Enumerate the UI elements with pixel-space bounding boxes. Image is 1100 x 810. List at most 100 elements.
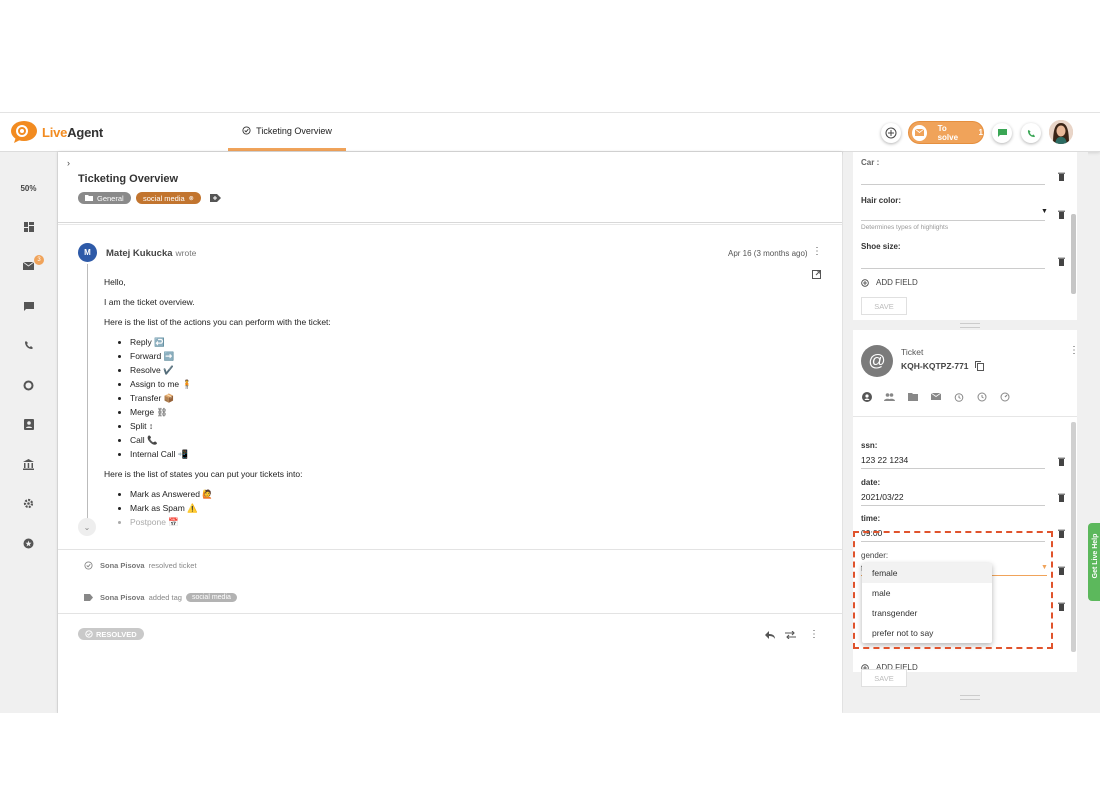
tickets-badge: 3 [34,255,44,265]
chat-icon [997,129,1007,137]
actions-intro: Here is the list of the actions you can … [104,317,331,327]
ssn-value[interactable]: 123 22 1234 [861,455,908,465]
message-body: Hello, I am the ticket overview. Here is… [104,276,764,536]
alarm-icon[interactable] [953,391,964,402]
ticket-save-button[interactable]: SAVE [861,669,907,687]
resize-handle[interactable] [960,323,980,328]
ticket-label: Ticket [901,347,924,357]
add-field-button[interactable]: ADD FIELD [861,278,918,287]
divider [853,416,1077,417]
people-icon[interactable] [884,391,895,402]
department-tag[interactable]: General [78,192,131,204]
plus-circle-icon [885,127,897,139]
sidebar-item-calls[interactable] [0,335,57,355]
add-tag-icon[interactable] [210,194,221,204]
ssn-label: ssn: [861,441,878,450]
scrollbar[interactable] [1071,214,1076,294]
transfer-icon[interactable] [785,630,796,641]
folder-icon[interactable] [907,391,918,402]
date-value[interactable]: 2021/03/22 [861,492,904,502]
field-underline [861,468,1045,469]
list-item: Transfer 📦 [130,392,764,405]
contact-info-icon[interactable] [861,391,872,402]
copy-icon[interactable] [975,361,984,373]
message-menu-icon[interactable]: ⋮ [812,247,822,257]
resize-handle[interactable] [960,695,980,700]
zoom-level[interactable]: 50% [0,178,57,198]
user-avatar[interactable] [1049,120,1073,144]
sidebar-item-plugins[interactable] [0,533,57,553]
event-tag: social media [185,593,237,602]
speed-icon[interactable] [999,391,1010,402]
contact-fields-card: Car : Hair color: ▼ Determines types of … [853,152,1077,320]
get-live-help-button[interactable]: Get Live Help [1088,523,1100,601]
message-intro: I am the ticket overview. [104,297,195,307]
tab-ticketing-overview[interactable]: Ticketing Overview [228,113,346,151]
sidebar-item-contacts[interactable] [0,414,57,434]
list-item: Forward ➡️ [130,350,764,363]
trash-icon[interactable] [1058,257,1065,268]
tag-remove-icon[interactable]: ⊗ [189,195,194,202]
trash-icon[interactable] [1058,566,1065,577]
more-actions-icon[interactable]: ⋮ [809,630,819,640]
scrollbar[interactable] [1071,422,1076,652]
open-external-icon[interactable] [812,270,821,281]
caret-down-icon[interactable]: ▼ [1041,208,1048,215]
top-header: LiveAgent Ticketing Overview To solve 1 [0,113,1100,152]
to-solve-count: 1 [978,128,983,137]
trash-icon[interactable] [1058,602,1065,613]
hair-color-select[interactable] [861,220,1045,221]
trash-icon[interactable] [1058,529,1065,540]
ticket-menu-icon[interactable]: ⋮ [1069,346,1079,356]
phone-button[interactable] [1021,123,1041,143]
actions-list: Reply ↩️ Forward ➡️ Resolve ✔️ Assign to… [104,336,764,461]
shoe-size-input[interactable] [861,268,1045,269]
event-tag-added: Sona Pisova added tag social media [84,593,237,602]
trash-icon[interactable] [1058,493,1065,504]
trash-icon[interactable] [1058,172,1065,183]
tag-icon [84,594,93,601]
bank-icon [23,458,34,470]
sidebar-item-dashboard[interactable] [0,217,57,237]
chat-button[interactable] [992,123,1012,143]
add-button[interactable] [881,123,901,143]
date-label: date: [861,478,881,487]
plus-circle-icon [861,278,869,287]
hair-color-hint: Determines types of highlights [861,224,949,231]
mail-icon [912,124,927,141]
mail-icon [23,262,34,270]
social-media-tag[interactable]: social media ⊗ [136,192,201,204]
sidebar-item-knowledgebase[interactable] [0,454,57,474]
trash-icon[interactable] [1058,210,1065,221]
list-item: Resolve ✔️ [130,364,764,377]
list-item: Reply ↩️ [130,336,764,349]
sidebar-item-tickets[interactable]: 3 [0,255,57,276]
field-underline [861,184,1045,185]
shoe-size-label: Shoe size: [861,242,901,251]
history-icon[interactable] [976,391,987,402]
event-resolved: Sona Pisova resolved ticket [84,561,197,570]
divider [58,613,842,614]
time-label: time: [861,514,881,523]
divider [58,224,842,225]
thread-line [87,264,88,522]
list-item: Split ↕ [130,420,764,433]
sidebar-item-reports[interactable] [0,375,57,395]
to-solve-button[interactable]: To solve 1 [908,121,984,144]
phone-icon [24,341,33,349]
list-item: Postpone 📅 [130,516,764,529]
save-button[interactable]: SAVE [861,297,907,315]
reply-icon[interactable] [765,631,775,641]
tab-label: Ticketing Overview [256,125,332,136]
author-avatar: M [78,243,97,262]
sidebar-item-chats[interactable] [0,296,57,316]
trash-icon[interactable] [1058,457,1065,468]
list-item: Mark as Spam ⚠️ [130,502,764,515]
mail-icon[interactable] [930,391,941,402]
chevron-right-icon[interactable]: › [67,158,70,168]
liveagent-logo[interactable]: LiveAgent [11,121,103,143]
expand-message-button[interactable]: ⌄ [78,518,96,536]
hair-color-label: Hair color: [861,196,902,205]
star-circle-icon [23,538,34,548]
sidebar-item-settings[interactable] [0,493,57,513]
